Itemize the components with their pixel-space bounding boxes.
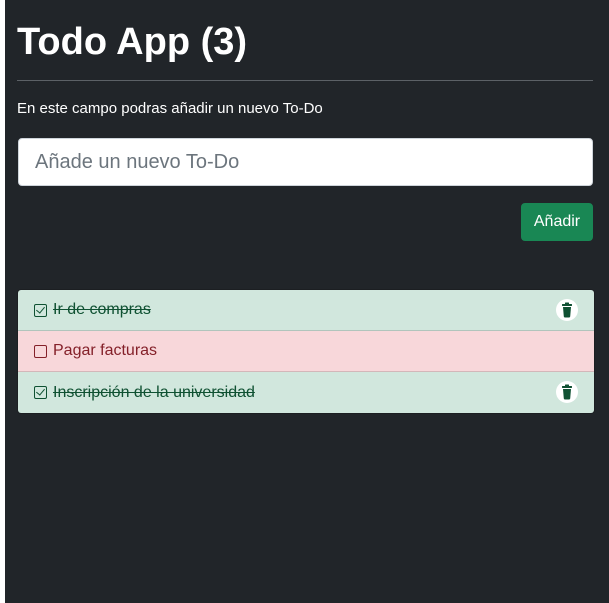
trash-icon (562, 302, 572, 318)
todo-item[interactable]: Inscripción de la universidad (18, 372, 594, 413)
input-instructions: En este campo podras añadir un nuevo To-… (17, 100, 323, 117)
page-title: Todo App (3) (17, 21, 248, 63)
todo-label: Ir de compras (53, 301, 151, 318)
todo-list: Ir de compras Pagar facturas Inscripción… (17, 289, 595, 414)
todo-label: Pagar facturas (53, 342, 158, 359)
empty-square-icon[interactable] (34, 344, 47, 358)
add-todo-button[interactable]: Añadir (521, 203, 593, 241)
trash-icon (562, 384, 572, 400)
delete-todo-button[interactable] (556, 381, 578, 403)
delete-todo-button[interactable] (556, 299, 578, 321)
new-todo-input[interactable] (18, 138, 593, 186)
checked-square-icon[interactable] (34, 303, 47, 317)
todo-label: Inscripción de la universidad (53, 383, 255, 401)
todo-item[interactable]: Pagar facturas (18, 331, 594, 372)
todo-app: Todo App (3) En este campo podras añadir… (5, 0, 609, 603)
checked-square-icon[interactable] (34, 386, 47, 399)
todo-item[interactable]: Ir de compras (18, 290, 594, 331)
divider (17, 80, 593, 81)
